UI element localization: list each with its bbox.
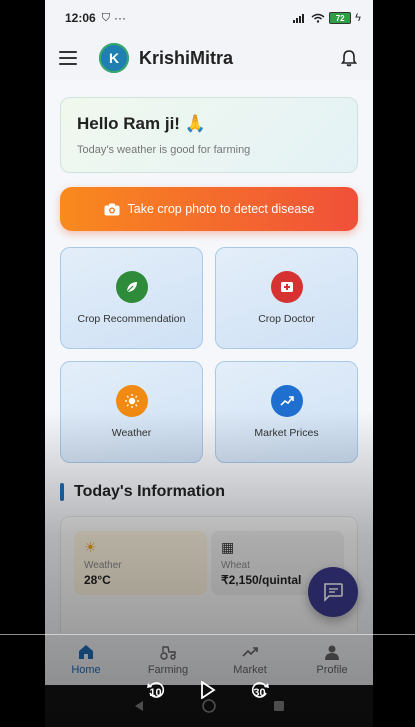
leaf-icon [115,271,148,303]
tile-crop-recommendation[interactable]: Crop Recommendation [60,247,203,349]
status-time: 12:06 [65,11,96,25]
greeting-title: Hello Ram ji! 🙏 [77,114,206,133]
vpn-icon: ⛉ [101,11,110,24]
nav-label: Home [71,663,101,676]
grain-icon: ▦ [221,539,235,555]
info-value: 28°C [84,573,111,587]
info-label: Weather [84,560,122,571]
nav-label: Farming [147,663,189,676]
forward-button[interactable]: 30 [249,679,271,701]
app-title: KrishiMitra [139,47,234,68]
tile-market-prices[interactable]: Market Prices [215,361,358,463]
medical-kit-icon [270,271,303,303]
trending-up-icon [270,385,303,417]
app-bar: K KrishiMitra [45,36,373,80]
tile-label: Weather [111,427,152,439]
play-button[interactable] [197,679,219,701]
person-icon [325,645,339,660]
avatar[interactable]: K [99,43,129,73]
section-accent [60,483,64,501]
greeting-subtitle: Today's weather is good for farming [77,144,251,156]
tile-label: Crop Recommendation [77,313,186,325]
phone-screen: 12:06 ⛉ ··· 72 ϟ K KrishiMitra Hello Ram… [45,0,373,727]
greeting-card: Hello Ram ji! 🙏 Today's weather is good … [60,97,358,173]
charging-icon: ϟ [355,12,361,24]
rewind-seconds: 10 [149,687,162,699]
section-header: Today's Information [60,483,225,501]
trending-up-icon [242,646,258,657]
tile-weather[interactable]: Weather [60,361,203,463]
battery-icon: 72 [329,12,352,24]
sun-icon: ☀ [84,539,97,555]
section-title: Today's Information [74,483,226,500]
video-controls: 10 30 [0,678,415,702]
chat-fab[interactable] [308,567,358,617]
menu-icon[interactable] [59,51,77,65]
nav-label: Market [233,663,267,676]
status-bar: 12:06 ⛉ ··· 72 ϟ [45,0,373,36]
info-label: Wheat [221,560,250,571]
detect-disease-button[interactable]: Take crop photo to detect disease [60,187,358,231]
video-scrubber[interactable] [0,634,415,635]
home-icon [79,644,93,659]
cta-label: Take crop photo to detect disease [127,202,315,216]
bell-icon[interactable] [339,48,359,68]
camera-icon [104,203,120,215]
info-weather[interactable]: ☀ Weather 28°C [74,531,207,595]
chat-icon [324,583,343,602]
tractor-icon [160,645,176,660]
sun-icon [115,385,148,417]
rewind-button[interactable]: 10 [145,679,167,701]
tile-label: Market Prices [254,427,319,439]
wifi-icon [311,13,325,23]
nav-label: Profile [316,663,348,676]
more-icon: ··· [113,11,126,25]
tile-crop-doctor[interactable]: Crop Doctor [215,247,358,349]
forward-seconds: 30 [253,687,266,699]
signal-icon [293,14,305,23]
tile-label: Crop Doctor [258,313,315,325]
play-icon [200,681,216,699]
